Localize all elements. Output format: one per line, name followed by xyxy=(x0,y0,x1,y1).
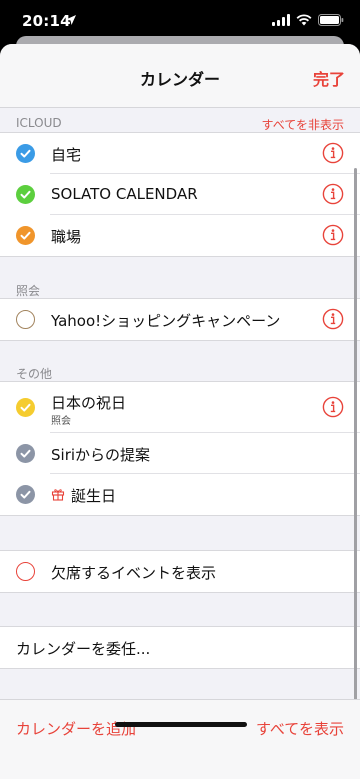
section-title: ICLOUD xyxy=(16,116,62,130)
checkmark-icon[interactable] xyxy=(16,226,35,245)
delegate-group: カレンダーを委任... xyxy=(0,626,360,669)
calendar-row-siri[interactable]: Siriからの提案 xyxy=(0,433,360,474)
checkmark-icon[interactable] xyxy=(16,485,35,504)
calendar-name: Siriからの提案 xyxy=(51,446,151,464)
info-icon[interactable] xyxy=(322,183,344,205)
home-indicator[interactable] xyxy=(115,722,247,727)
page-title: カレンダー xyxy=(139,70,220,89)
other-calendar-list: 日本の祝日 照会 Siriからの提案 誕生日 xyxy=(0,381,360,516)
calendar-name: SOLATO CALENDAR xyxy=(51,185,198,203)
calendar-name: 自宅 xyxy=(51,146,82,164)
checkmark-icon[interactable] xyxy=(16,398,35,417)
section-title: その他 xyxy=(16,367,53,381)
unchecked-circle-icon[interactable] xyxy=(16,562,35,581)
calendar-row-solato[interactable]: SOLATO CALENDAR xyxy=(0,174,360,215)
gift-icon xyxy=(51,489,65,501)
calendar-row-work[interactable]: 職場 xyxy=(0,215,360,256)
unchecked-circle-icon[interactable] xyxy=(16,310,35,329)
scroll-indicator[interactable] xyxy=(354,168,357,703)
calendar-row-holidays[interactable]: 日本の祝日 照会 xyxy=(0,382,360,433)
calendar-row-yahoo[interactable]: Yahoo!ショッピングキャンペーン xyxy=(0,299,360,340)
show-declined-events-row[interactable]: 欠席するイベントを表示 xyxy=(0,551,360,592)
calendar-row-birthdays[interactable]: 誕生日 xyxy=(0,474,360,515)
info-icon[interactable] xyxy=(322,396,344,418)
calendar-name: Yahoo!ショッピングキャンペーン xyxy=(51,312,281,330)
navigation-bar: カレンダー 完了 xyxy=(0,44,360,108)
bottom-toolbar: カレンダーを追加 すべてを表示 xyxy=(0,699,360,779)
battery-icon xyxy=(318,14,344,26)
calendar-name: 日本の祝日 xyxy=(51,394,127,412)
calendar-subtitle: 照会 xyxy=(51,416,71,427)
wifi-icon xyxy=(296,14,312,26)
section-header-other: その他 xyxy=(0,359,360,383)
show-all-button[interactable]: すべてを表示 xyxy=(256,718,344,739)
calendar-name: 職場 xyxy=(51,228,82,246)
section-title: 照会 xyxy=(16,284,41,298)
icloud-calendar-list: 自宅 SOLATO CALENDAR 職場 xyxy=(0,132,360,257)
location-arrow-icon xyxy=(66,15,76,25)
delegate-calendars-row[interactable]: カレンダーを委任... xyxy=(0,627,360,668)
info-icon[interactable] xyxy=(322,308,344,330)
status-time: 20:14 xyxy=(22,12,71,30)
checkmark-icon[interactable] xyxy=(16,144,35,163)
calendar-name: 誕生日 xyxy=(71,487,117,505)
section-header-subscribed: 照会 xyxy=(0,276,360,300)
info-icon[interactable] xyxy=(322,224,344,246)
done-button[interactable]: 完了 xyxy=(313,66,345,90)
status-icons xyxy=(272,14,344,26)
calendars-sheet: カレンダー 完了 ICLOUD すべてを非表示 自宅 SOLATO CALEND… xyxy=(0,44,360,779)
declined-events-group: 欠席するイベントを表示 xyxy=(0,550,360,593)
show-declined-label: 欠席するイベントを表示 xyxy=(51,564,217,582)
checkmark-icon[interactable] xyxy=(16,444,35,463)
section-header-icloud: ICLOUD すべてを非表示 xyxy=(0,110,360,134)
checkmark-icon[interactable] xyxy=(16,185,35,204)
calendar-row-home[interactable]: 自宅 xyxy=(0,133,360,174)
hide-all-button[interactable]: すべてを非表示 xyxy=(262,116,344,133)
delegate-calendars-label: カレンダーを委任... xyxy=(16,640,151,658)
cellular-signal-icon xyxy=(272,14,290,26)
info-icon[interactable] xyxy=(322,142,344,164)
subscribed-calendar-list: Yahoo!ショッピングキャンペーン xyxy=(0,298,360,341)
